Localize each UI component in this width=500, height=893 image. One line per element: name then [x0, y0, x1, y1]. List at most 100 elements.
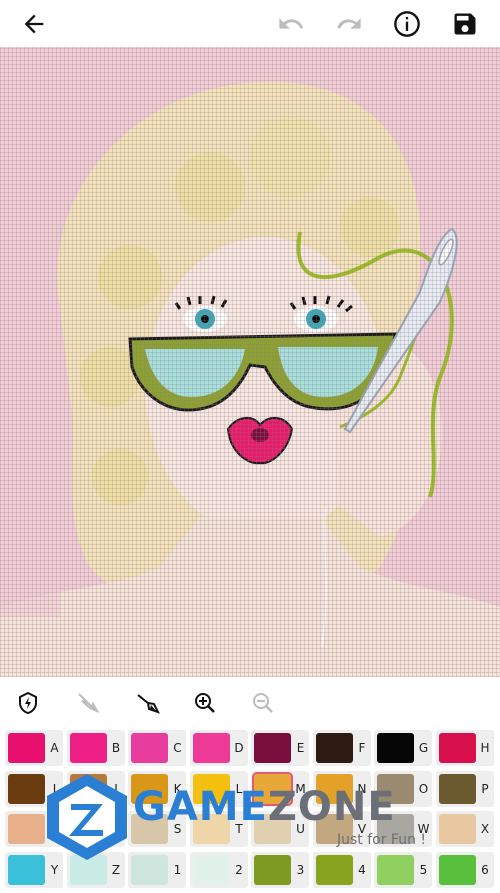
color-code-label: 5 [419, 862, 428, 877]
palette-color-C[interactable]: C [128, 730, 186, 766]
color-code-label: N [357, 781, 367, 796]
palette-color-Q[interactable]: Q [5, 811, 63, 847]
color-code-label: X [480, 822, 490, 836]
color-swatch [192, 814, 230, 844]
color-swatch [315, 773, 353, 804]
color-swatch [192, 773, 230, 804]
color-code-label: S [173, 822, 182, 836]
palette-color-Y[interactable]: Y [5, 851, 63, 888]
palette-color-2[interactable]: 2 [189, 851, 248, 888]
tools-row [0, 678, 500, 728]
color-code-label: Y [50, 862, 59, 877]
color-code-label: U [296, 822, 305, 836]
color-swatch [131, 814, 168, 844]
info-button[interactable] [389, 6, 425, 42]
zoom-in-button[interactable] [190, 688, 220, 718]
palette-color-E[interactable]: E [251, 730, 309, 766]
color-code-label: W [417, 822, 430, 836]
palette-color-D[interactable]: D [189, 730, 248, 766]
zoom-out-button[interactable] [248, 688, 278, 718]
redo-icon [337, 18, 361, 29]
color-code-label: M [295, 781, 306, 796]
color-swatch [192, 854, 230, 885]
palette-color-H[interactable]: H [435, 730, 494, 766]
save-icon [454, 13, 476, 35]
color-swatch [377, 773, 414, 804]
palette-color-4[interactable]: 4 [312, 851, 371, 888]
color-swatch [315, 854, 353, 885]
color-code-label: Q [49, 822, 60, 836]
color-swatch [131, 733, 168, 763]
palette-color-6[interactable]: 6 [435, 851, 494, 888]
palette-color-V[interactable]: V [312, 811, 371, 847]
color-code-label: 4 [358, 862, 366, 877]
palette-color-G[interactable]: G [374, 730, 432, 766]
color-swatch [69, 773, 107, 804]
color-code-label: 6 [481, 862, 489, 877]
palette-color-N[interactable]: N [312, 770, 371, 807]
palette-color-U[interactable]: U [251, 811, 309, 847]
palette-color-R[interactable]: R [66, 811, 125, 847]
palette-color-J[interactable]: J [66, 770, 125, 807]
color-swatch [8, 854, 45, 885]
color-swatch [69, 814, 107, 844]
color-code-label: O [418, 781, 429, 796]
palette-color-A[interactable]: A [5, 730, 63, 766]
color-swatch [377, 854, 414, 885]
color-swatch [252, 771, 293, 806]
color-swatch [438, 733, 476, 763]
color-swatch [315, 814, 353, 844]
auto-fill-button[interactable] [13, 688, 43, 718]
palette-color-L[interactable]: L [189, 770, 248, 807]
needle-disabled-icon [78, 693, 100, 714]
color-code-label: G [418, 741, 429, 755]
color-code-label: 3 [296, 862, 305, 877]
color-code-label: 2 [235, 862, 243, 877]
needle-disabled-button[interactable] [73, 688, 103, 718]
app-screen: A B C D E F G H I J K L M N O P Q R S T U V W X Y Z 1 2 3 4 5 6 G A M E Z O N… [0, 0, 500, 893]
color-swatch [377, 733, 414, 763]
color-swatch [69, 733, 107, 763]
color-code-label: Z [111, 862, 121, 877]
palette-color-3[interactable]: 3 [251, 851, 309, 888]
palette-color-T[interactable]: T [189, 811, 248, 847]
color-swatch [438, 854, 476, 885]
palette-color-M[interactable]: M [251, 770, 309, 807]
color-code-label: D [234, 741, 244, 755]
palette-color-B[interactable]: B [66, 730, 125, 766]
color-swatch [131, 773, 168, 804]
color-code-label: C [173, 741, 182, 755]
palette-color-W[interactable]: W [374, 811, 432, 847]
color-code-label: P [481, 781, 489, 796]
palette-color-I[interactable]: I [5, 770, 63, 807]
color-code-label: H [480, 741, 490, 755]
palette-color-O[interactable]: O [374, 770, 432, 807]
palette-color-5[interactable]: 5 [374, 851, 432, 888]
arrow-left-icon [24, 14, 44, 34]
undo-button[interactable] [273, 6, 309, 42]
color-swatch [438, 773, 476, 804]
color-code-label: I [52, 781, 57, 796]
color-swatch [254, 814, 291, 844]
palette-color-F[interactable]: F [312, 730, 371, 766]
save-button[interactable] [447, 6, 483, 42]
palette-color-Z[interactable]: Z [66, 851, 125, 888]
redo-button[interactable] [331, 6, 367, 42]
needle-button[interactable] [133, 688, 163, 718]
back-button[interactable] [16, 6, 52, 42]
color-code-label: F [358, 741, 366, 755]
color-swatch [8, 814, 45, 844]
color-swatch [254, 733, 291, 763]
palette-color-K[interactable]: K [128, 770, 186, 807]
palette-color-X[interactable]: X [435, 811, 494, 847]
zoom-in-icon [195, 693, 215, 713]
color-swatch [8, 733, 45, 763]
color-code-label: V [357, 822, 367, 836]
palette-color-P[interactable]: P [435, 770, 494, 807]
palette-color-1[interactable]: 1 [128, 851, 186, 888]
palette-color-S[interactable]: S [128, 811, 186, 847]
color-code-label: L [235, 781, 243, 796]
stitch-canvas[interactable] [0, 47, 500, 677]
color-code-label: B [111, 741, 121, 755]
undo-icon [279, 18, 304, 29]
